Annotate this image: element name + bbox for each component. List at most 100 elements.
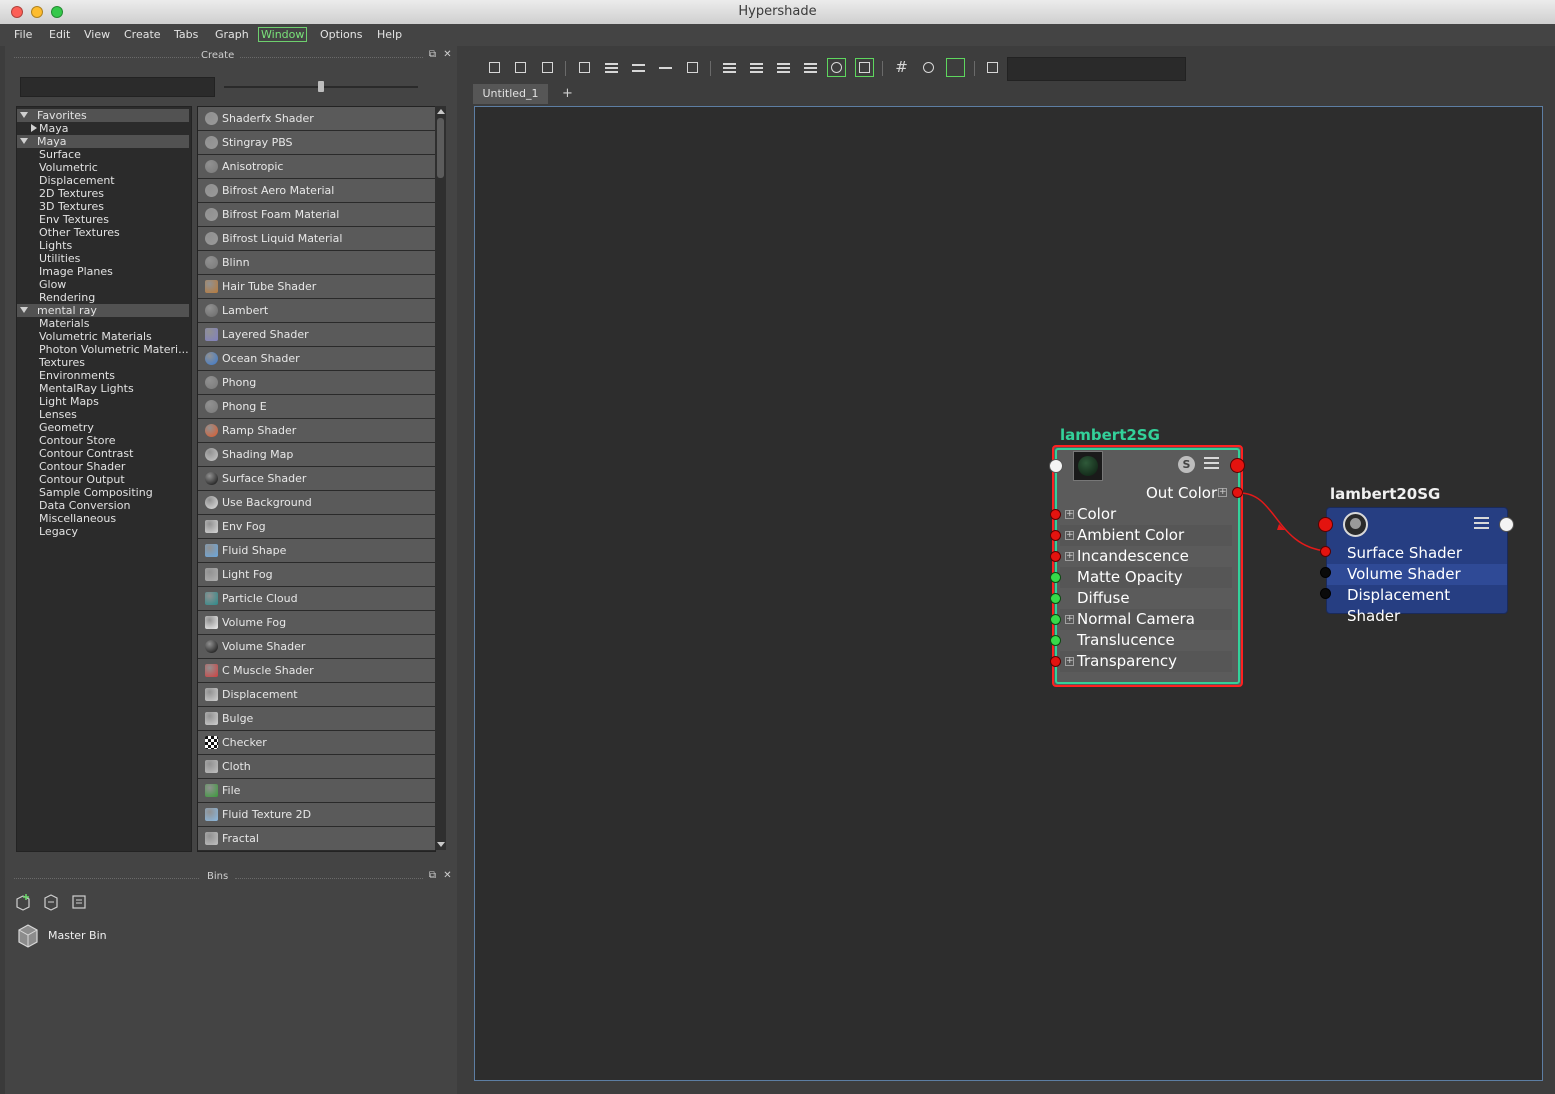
bin-import-icon[interactable] <box>43 893 59 911</box>
frame-all-icon[interactable] <box>576 59 593 76</box>
lambert-attr-row[interactable]: Incandescence <box>1060 546 1232 567</box>
node-type-item[interactable]: C Muscle Shader <box>198 659 435 683</box>
sg-menu-icon[interactable] <box>1474 517 1489 530</box>
tree-item-favorites-maya[interactable]: Maya <box>17 122 189 135</box>
tree-item-textures[interactable]: Textures <box>17 356 189 369</box>
sg-swatch-icon[interactable] <box>1343 512 1368 537</box>
tree-item-sample-compositing[interactable]: Sample Compositing <box>17 486 189 499</box>
node-type-item[interactable]: Phong E <box>198 395 435 419</box>
tree-item-data-conversion[interactable]: Data Conversion <box>17 499 189 512</box>
sg-attr-volume-shader[interactable]: Volume Shader <box>1327 564 1507 585</box>
tree-item-contour-shader[interactable]: Contour Shader <box>17 460 189 473</box>
tree-item-contour-store[interactable]: Contour Store <box>17 434 189 447</box>
tree-item-3d-textures[interactable]: 3D Textures <box>17 200 189 213</box>
tree-item-legacy[interactable]: Legacy <box>17 525 189 538</box>
create-search-input[interactable] <box>20 77 215 97</box>
lambert-attr-port[interactable] <box>1050 656 1061 667</box>
icon-size-slider-knob[interactable] <box>318 81 324 92</box>
expand-attr-icon[interactable]: + <box>1065 657 1074 666</box>
tree-item-environments[interactable]: Environments <box>17 369 189 382</box>
create-bin-icon[interactable] <box>15 893 31 911</box>
tree-item-maya[interactable]: Maya <box>17 135 189 148</box>
output-connections-icon[interactable] <box>539 59 556 76</box>
lambert-attr-row[interactable]: Transparency <box>1060 651 1232 672</box>
menu-graph[interactable]: Graph <box>215 28 249 41</box>
lambert-attr-row[interactable]: Normal Camera <box>1060 609 1232 630</box>
out-color-expand-icon[interactable]: + <box>1218 488 1227 497</box>
tree-item-miscellaneous[interactable]: Miscellaneous <box>17 512 189 525</box>
node-type-item[interactable]: File <box>198 779 435 803</box>
expand-attr-icon[interactable]: + <box>1065 510 1074 519</box>
node-type-item[interactable]: Bifrost Foam Material <box>198 203 435 227</box>
lambert-attr-row[interactable]: Matte Opacity <box>1060 567 1232 588</box>
float-panel-icon[interactable]: ⧉ <box>428 871 437 881</box>
lambert-attr-row[interactable]: Translucence <box>1060 630 1232 651</box>
lambert-swatch[interactable] <box>1073 451 1103 481</box>
tree-item-volumetric[interactable]: Volumetric <box>17 161 189 174</box>
scroll-thumb[interactable] <box>437 118 444 178</box>
menu-view[interactable]: View <box>84 28 110 41</box>
displacement-shader-port[interactable] <box>1320 588 1331 599</box>
node-type-item[interactable]: Ramp Shader <box>198 419 435 443</box>
graph-search-input[interactable] <box>1007 57 1186 81</box>
node-type-item[interactable]: Hair Tube Shader <box>198 275 435 299</box>
expand-attr-icon[interactable]: + <box>1065 615 1074 624</box>
node-type-item[interactable]: Blinn <box>198 251 435 275</box>
lambert-input-port[interactable] <box>1049 459 1063 473</box>
node-type-item[interactable]: Env Fog <box>198 515 435 539</box>
reset-layout-icon[interactable] <box>946 58 965 77</box>
node-type-item[interactable]: Shaderfx Shader <box>198 107 435 131</box>
input-output-connections-icon[interactable] <box>512 59 529 76</box>
grid-toggle-icon[interactable]: # <box>893 59 910 76</box>
sg-attr-displacement-shader[interactable]: Displacement Shader <box>1327 585 1507 625</box>
lambert-attr-row[interactable]: Diffuse <box>1060 588 1232 609</box>
node-type-item[interactable]: Fluid Shape <box>198 539 435 563</box>
bin-sort-icon[interactable] <box>71 893 87 911</box>
node-type-item[interactable]: Phong <box>198 371 435 395</box>
lambert-attr-port[interactable] <box>1050 509 1061 520</box>
full-mode-icon[interactable] <box>775 59 792 76</box>
float-panel-icon[interactable]: ⧉ <box>428 50 437 60</box>
sg-node-title[interactable]: lambert20SG <box>1330 485 1440 503</box>
scroll-down-icon[interactable] <box>437 842 445 847</box>
node-type-item[interactable]: Stingray PBS <box>198 131 435 155</box>
rearrange-graph-icon[interactable] <box>984 59 1001 76</box>
node-type-item[interactable]: Surface Shader <box>198 467 435 491</box>
add-tab-icon[interactable]: + <box>562 86 573 101</box>
lambert-attr-port[interactable] <box>1050 530 1061 541</box>
node-type-item[interactable]: Bulge <box>198 707 435 731</box>
lambert-attr-port[interactable] <box>1050 635 1061 646</box>
lambert-node-title[interactable]: lambert2SG <box>1060 426 1160 444</box>
connected-mode-icon[interactable] <box>748 59 765 76</box>
node-type-item[interactable]: Checker <box>198 731 435 755</box>
lambert-menu-icon[interactable] <box>1204 457 1219 470</box>
tree-item-materials[interactable]: Materials <box>17 317 189 330</box>
tree-item-favorites[interactable]: Favorites <box>17 109 189 122</box>
master-bin-label[interactable]: Master Bin <box>48 929 107 942</box>
graph-material-icon[interactable] <box>657 59 674 76</box>
tree-item-image-planes[interactable]: Image Planes <box>17 265 189 278</box>
tree-item-other-textures[interactable]: Other Textures <box>17 226 189 239</box>
node-type-item[interactable]: Lambert <box>198 299 435 323</box>
close-panel-icon[interactable]: ✕ <box>443 871 452 881</box>
tree-item-2d-textures[interactable]: 2D Textures <box>17 187 189 200</box>
tree-item-mental-ray[interactable]: mental ray <box>17 304 189 317</box>
node-type-item[interactable]: Particle Cloud <box>198 587 435 611</box>
node-type-item[interactable]: Fluid Texture 2D <box>198 803 435 827</box>
frame-selection-icon[interactable] <box>603 59 620 76</box>
tree-item-volumetric-materials[interactable]: Volumetric Materials <box>17 330 189 343</box>
tree-item-lights[interactable]: Lights <box>17 239 189 252</box>
lambert-output-port[interactable] <box>1230 458 1245 473</box>
swatch-toggle-icon[interactable] <box>855 58 874 77</box>
surface-shader-port[interactable] <box>1320 546 1331 557</box>
sg-attr-surface-shader[interactable]: Surface Shader <box>1327 543 1507 564</box>
tree-item-lenses[interactable]: Lenses <box>17 408 189 421</box>
snap-icon[interactable] <box>920 59 937 76</box>
node-type-item[interactable]: Shading Map <box>198 443 435 467</box>
tree-item-light-maps[interactable]: Light Maps <box>17 395 189 408</box>
remove-selected-icon[interactable] <box>684 59 701 76</box>
node-type-item[interactable]: Fractal <box>198 827 435 851</box>
search-attribute-icon[interactable] <box>827 58 846 77</box>
tree-item-rendering[interactable]: Rendering <box>17 291 189 304</box>
sg-output-port[interactable] <box>1499 517 1514 532</box>
